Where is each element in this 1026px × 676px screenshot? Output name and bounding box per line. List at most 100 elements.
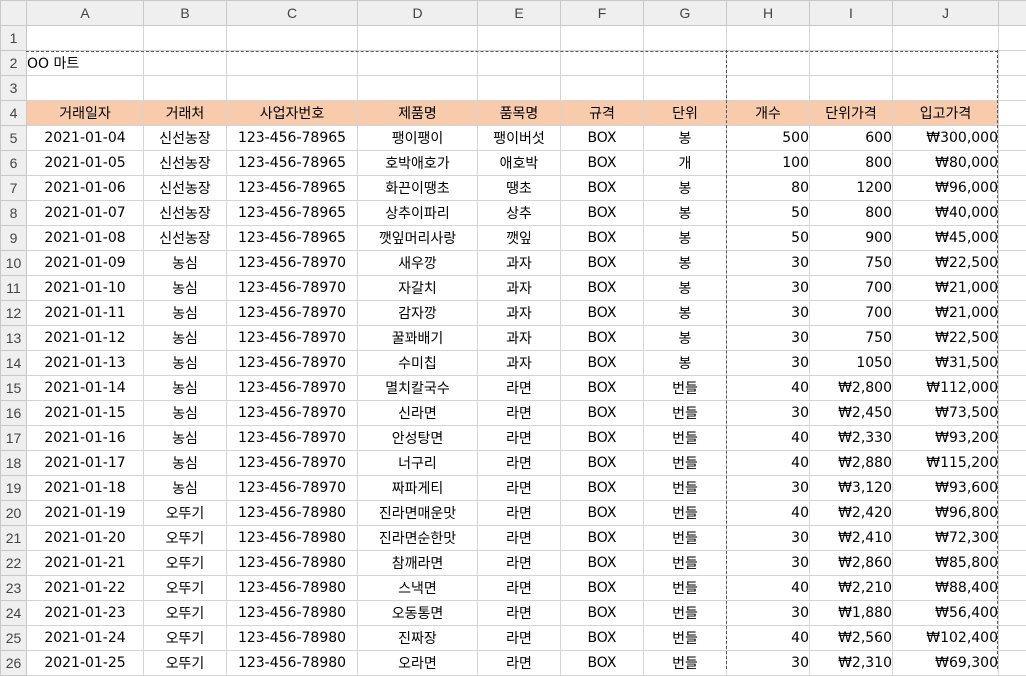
table-cell[interactable]: 123-456-78965 <box>227 126 358 151</box>
table-cell[interactable]: 과자 <box>478 351 561 376</box>
table-cell[interactable]: 123-456-78970 <box>227 276 358 301</box>
row-header[interactable]: 9 <box>1 226 27 251</box>
cell[interactable] <box>999 251 1026 276</box>
table-cell[interactable]: 팽이팽이 <box>358 126 478 151</box>
table-cell[interactable]: 40 <box>727 501 810 526</box>
cell[interactable] <box>144 76 227 101</box>
table-cell[interactable]: 팽이버섯 <box>478 126 561 151</box>
header-cell-vendor[interactable]: 거래처 <box>144 101 227 126</box>
table-cell[interactable]: 123-456-78980 <box>227 501 358 526</box>
header-cell-unit-price[interactable]: 단위가격 <box>810 101 893 126</box>
table-cell[interactable]: 진라면순한맛 <box>358 526 478 551</box>
cell[interactable] <box>999 76 1026 101</box>
table-cell[interactable]: 봉 <box>644 201 727 226</box>
cell[interactable] <box>561 51 644 76</box>
table-cell[interactable]: 123-456-78965 <box>227 151 358 176</box>
cell[interactable] <box>478 76 561 101</box>
cell[interactable] <box>999 451 1026 476</box>
cell[interactable] <box>27 26 144 51</box>
row-header-1[interactable]: 1 <box>1 26 27 51</box>
table-cell[interactable]: 땡초 <box>478 176 561 201</box>
table-cell[interactable]: 2021-01-07 <box>27 201 144 226</box>
table-cell[interactable]: 2021-01-04 <box>27 126 144 151</box>
table-cell[interactable]: 80 <box>727 176 810 201</box>
cell[interactable] <box>478 26 561 51</box>
table-cell[interactable]: 30 <box>727 526 810 551</box>
cell[interactable] <box>478 51 561 76</box>
table-cell[interactable]: 라면 <box>478 601 561 626</box>
table-cell[interactable]: 2021-01-17 <box>27 451 144 476</box>
table-cell[interactable]: BOX <box>561 301 644 326</box>
table-cell[interactable]: 50 <box>727 226 810 251</box>
table-cell[interactable]: 농심 <box>144 401 227 426</box>
table-cell[interactable]: 봉 <box>644 176 727 201</box>
row-header[interactable]: 14 <box>1 351 27 376</box>
table-cell[interactable]: 800 <box>810 201 893 226</box>
row-header[interactable]: 20 <box>1 501 27 526</box>
table-cell[interactable]: 2021-01-05 <box>27 151 144 176</box>
table-cell[interactable]: ₩93,600 <box>893 476 999 501</box>
table-cell[interactable]: 봉 <box>644 276 727 301</box>
table-cell[interactable]: BOX <box>561 526 644 551</box>
table-cell[interactable]: 번들 <box>644 401 727 426</box>
cell[interactable] <box>810 26 893 51</box>
cell[interactable] <box>893 76 999 101</box>
table-cell[interactable]: 농심 <box>144 301 227 326</box>
select-all-corner[interactable] <box>1 1 27 26</box>
header-cell-item-name[interactable]: 품목명 <box>478 101 561 126</box>
row-header[interactable]: 5 <box>1 126 27 151</box>
table-cell[interactable]: ₩2,310 <box>810 651 893 676</box>
cell[interactable] <box>144 26 227 51</box>
cell[interactable] <box>358 51 478 76</box>
row-header-3[interactable]: 3 <box>1 76 27 101</box>
table-cell[interactable]: 라면 <box>478 526 561 551</box>
cell[interactable] <box>999 176 1026 201</box>
table-cell[interactable]: ₩2,420 <box>810 501 893 526</box>
table-cell[interactable]: 꿀꽈배기 <box>358 326 478 351</box>
table-cell[interactable]: 라면 <box>478 376 561 401</box>
table-cell[interactable]: 깻잎머리사랑 <box>358 226 478 251</box>
cell[interactable] <box>561 26 644 51</box>
table-cell[interactable]: 2021-01-06 <box>27 176 144 201</box>
table-cell[interactable]: BOX <box>561 326 644 351</box>
cell[interactable] <box>893 51 999 76</box>
row-header-4[interactable]: 4 <box>1 101 27 126</box>
table-cell[interactable]: ₩2,330 <box>810 426 893 451</box>
header-cell-count[interactable]: 개수 <box>727 101 810 126</box>
header-cell-product-name[interactable]: 제품명 <box>358 101 478 126</box>
table-cell[interactable]: ₩96,800 <box>893 501 999 526</box>
cell[interactable] <box>999 401 1026 426</box>
table-cell[interactable]: 2021-01-24 <box>27 626 144 651</box>
table-cell[interactable]: BOX <box>561 401 644 426</box>
table-cell[interactable]: 800 <box>810 151 893 176</box>
table-cell[interactable]: 신선농장 <box>144 151 227 176</box>
table-cell[interactable]: 40 <box>727 451 810 476</box>
table-cell[interactable]: ₩69,300 <box>893 651 999 676</box>
table-cell[interactable]: ₩22,500 <box>893 251 999 276</box>
table-cell[interactable]: 새우깡 <box>358 251 478 276</box>
table-cell[interactable]: BOX <box>561 426 644 451</box>
table-cell[interactable]: 번들 <box>644 501 727 526</box>
table-cell[interactable]: BOX <box>561 126 644 151</box>
table-cell[interactable]: 123-456-78965 <box>227 226 358 251</box>
table-cell[interactable]: 번들 <box>644 576 727 601</box>
table-cell[interactable]: 농심 <box>144 326 227 351</box>
row-header[interactable]: 24 <box>1 601 27 626</box>
cell[interactable] <box>999 101 1026 126</box>
cell[interactable] <box>999 551 1026 576</box>
table-cell[interactable]: ₩22,500 <box>893 326 999 351</box>
table-cell[interactable]: 자갈치 <box>358 276 478 301</box>
table-cell[interactable]: 40 <box>727 626 810 651</box>
cell[interactable] <box>227 26 358 51</box>
table-cell[interactable]: 123-456-78970 <box>227 376 358 401</box>
table-cell[interactable]: 123-456-78965 <box>227 201 358 226</box>
table-cell[interactable]: BOX <box>561 651 644 676</box>
table-cell[interactable]: 번들 <box>644 451 727 476</box>
table-cell[interactable]: ₩112,000 <box>893 376 999 401</box>
table-cell[interactable]: 너구리 <box>358 451 478 476</box>
cell[interactable] <box>227 51 358 76</box>
table-cell[interactable]: 123-456-78965 <box>227 176 358 201</box>
table-cell[interactable]: ₩88,400 <box>893 576 999 601</box>
row-header[interactable]: 26 <box>1 651 27 676</box>
table-cell[interactable]: 30 <box>727 601 810 626</box>
